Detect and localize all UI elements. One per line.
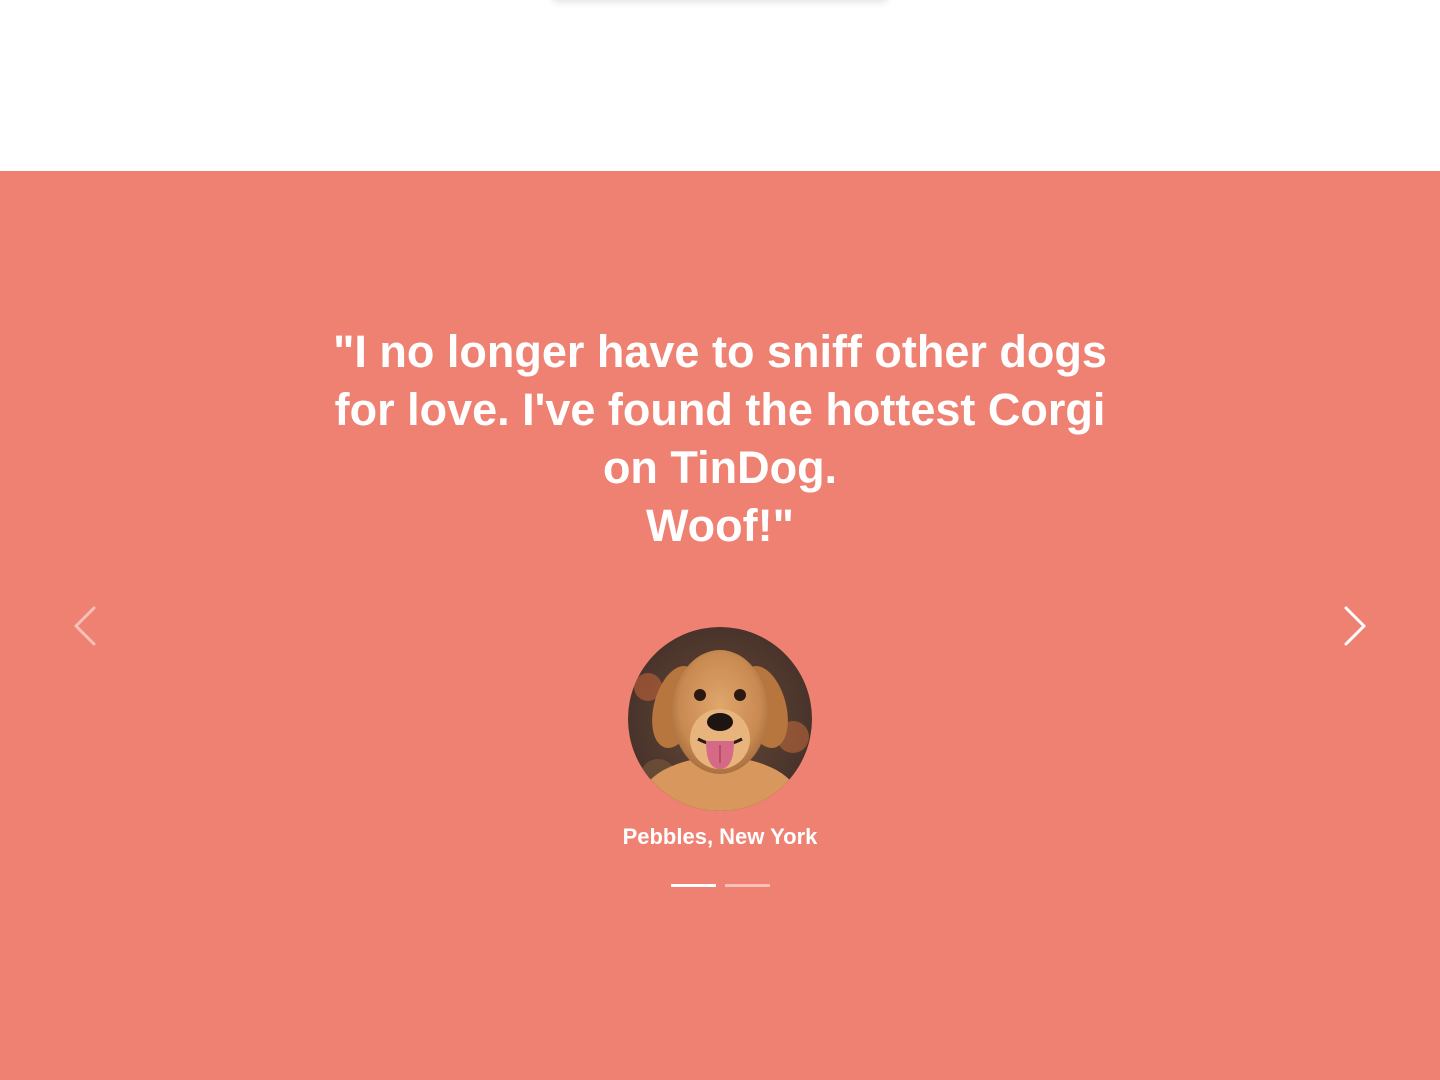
quote-line: on TinDog. [602,442,838,493]
testimonial-author: Pebbles, New York [622,824,818,849]
quote-line: "I no longer have to sniff other dogs [333,326,1107,377]
carousel-prev-button[interactable] [54,596,114,656]
quote-line: Woof!" [646,500,794,551]
testimonials-section: "I no longer have to sniff other dogs fo… [0,171,1440,1080]
golden-retriever-photo [628,627,812,811]
chevron-right-icon [1344,606,1366,646]
carousel-indicators [671,884,770,887]
carousel-next-button[interactable] [1326,596,1386,656]
testimonial-quote: "I no longer have to sniff other dogs fo… [290,323,1150,555]
quote-line: for love. I've found the hottest Corgi [334,384,1106,435]
chevron-left-icon [74,606,96,646]
carousel-indicator-2[interactable] [725,884,770,887]
carousel-indicator-1[interactable] [671,884,716,887]
dog-avatar [628,627,812,811]
testimonial-carousel: "I no longer have to sniff other dogs fo… [0,171,1440,1080]
features-section-bottom [0,0,1440,171]
